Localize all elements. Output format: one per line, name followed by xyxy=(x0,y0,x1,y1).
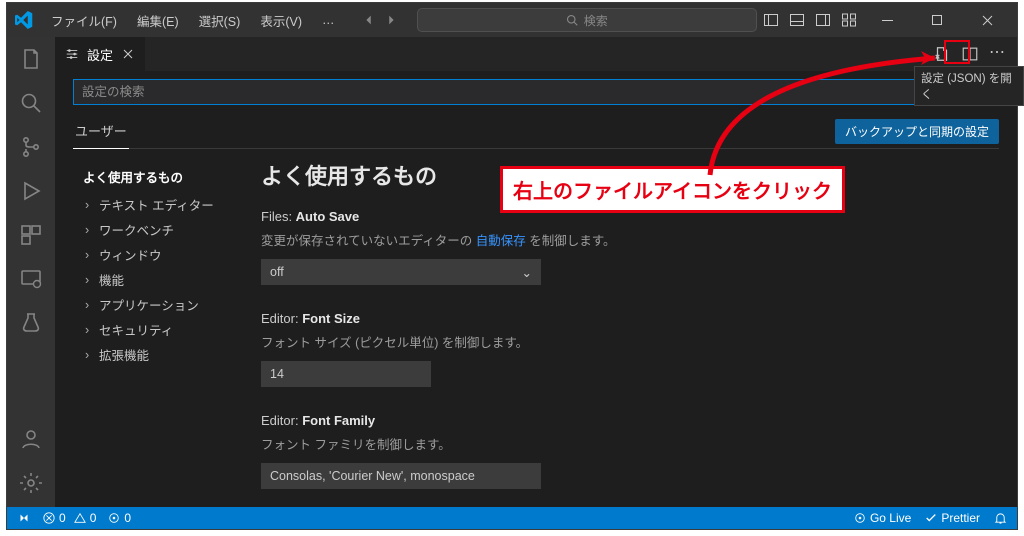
open-json-tooltip: 設定 (JSON) を開く xyxy=(914,66,1024,106)
toc-item[interactable]: ›アプリケーション xyxy=(83,292,241,317)
setting-auto-save: Files: Auto Save 変更が保存されていないエディターの 自動保存 … xyxy=(261,209,989,285)
auto-save-dropdown[interactable]: off ⌄ xyxy=(261,259,541,285)
settings-search-input[interactable] xyxy=(73,79,999,105)
layout-left-icon[interactable] xyxy=(763,12,779,28)
font-family-input[interactable] xyxy=(261,463,541,489)
menu-view[interactable]: 表示(V) xyxy=(252,7,310,34)
toc-item[interactable]: ›テキスト エディター xyxy=(83,192,241,217)
source-control-icon[interactable] xyxy=(19,135,43,159)
autosave-link[interactable]: 自動保存 xyxy=(476,234,526,248)
command-center-placeholder: 検索 xyxy=(584,12,608,29)
app-window: ファイル(F) 編集(E) 選択(S) 表示(V) … 検索 xyxy=(6,2,1018,530)
toc-item[interactable]: ›ウィンドウ xyxy=(83,242,241,267)
open-settings-json-icon[interactable] xyxy=(933,45,951,63)
window-close[interactable] xyxy=(967,3,1007,37)
chevron-down-icon: ⌄ xyxy=(522,265,532,280)
tab-row: 設定 ⋯ xyxy=(55,37,1017,71)
activity-bar xyxy=(7,37,55,507)
command-center-search[interactable]: 検索 xyxy=(417,8,757,32)
layout-customize-icon[interactable] xyxy=(841,12,857,28)
search-icon[interactable] xyxy=(19,91,43,115)
setting-font-size: Editor: Font Size フォント サイズ (ピクセル単位) を制御し… xyxy=(261,311,989,387)
settings-toc: よく使用するもの ›テキスト エディター ›ワークベンチ ›ウィンドウ ›機能 … xyxy=(73,159,241,507)
window-maximize[interactable] xyxy=(917,3,957,37)
scope-user-tab[interactable]: ユーザー xyxy=(73,115,129,149)
split-editor-icon[interactable] xyxy=(961,45,979,63)
remote-explorer-icon[interactable] xyxy=(19,267,43,291)
ports-indicator[interactable]: 0 xyxy=(108,511,131,525)
extensions-icon[interactable] xyxy=(19,223,43,247)
problems-indicator[interactable]: 0 0 xyxy=(43,511,96,525)
more-actions-icon[interactable]: ⋯ xyxy=(989,45,1007,63)
close-icon[interactable] xyxy=(121,47,135,61)
tab-title: 設定 xyxy=(87,45,113,64)
remote-indicator[interactable] xyxy=(17,511,31,525)
prettier-status[interactable]: Prettier xyxy=(925,511,980,525)
toc-item[interactable]: ›セキュリティ xyxy=(83,317,241,342)
vscode-logo-icon xyxy=(15,11,33,29)
layout-right-icon[interactable] xyxy=(815,12,831,28)
font-size-input[interactable] xyxy=(261,361,431,387)
tab-settings[interactable]: 設定 xyxy=(55,37,146,71)
settings-editor: ユーザー バックアップと同期の設定 よく使用するもの ›テキスト エディター ›… xyxy=(55,71,1017,507)
accounts-icon[interactable] xyxy=(19,427,43,451)
toc-item[interactable]: ›機能 xyxy=(83,267,241,292)
testing-icon[interactable] xyxy=(19,311,43,335)
toc-item[interactable]: ›ワークベンチ xyxy=(83,217,241,242)
nav-forward-icon[interactable] xyxy=(383,12,399,28)
settings-tab-icon xyxy=(65,47,79,61)
menu-select[interactable]: 選択(S) xyxy=(191,7,249,34)
notifications-icon[interactable] xyxy=(994,512,1007,525)
toc-heading[interactable]: よく使用するもの xyxy=(83,167,241,186)
annotation-callout: 右上のファイルアイコンをクリック xyxy=(500,166,845,213)
explorer-icon[interactable] xyxy=(19,47,43,71)
search-icon xyxy=(566,14,578,26)
menu-edit[interactable]: 編集(E) xyxy=(129,7,187,34)
nav-back-icon[interactable] xyxy=(361,12,377,28)
menu-more[interactable]: … xyxy=(314,9,343,31)
status-bar: 0 0 0 Go Live Prettier xyxy=(7,507,1017,529)
titlebar: ファイル(F) 編集(E) 選択(S) 表示(V) … 検索 xyxy=(7,3,1017,37)
window-minimize[interactable] xyxy=(867,3,907,37)
run-debug-icon[interactable] xyxy=(19,179,43,203)
layout-bottom-icon[interactable] xyxy=(789,12,805,28)
menu-file[interactable]: ファイル(F) xyxy=(43,7,125,34)
toc-item[interactable]: ›拡張機能 xyxy=(83,342,241,367)
backup-sync-button[interactable]: バックアップと同期の設定 xyxy=(835,119,999,144)
settings-gear-icon[interactable] xyxy=(19,471,43,495)
setting-font-family: Editor: Font Family フォント ファミリを制御します。 xyxy=(261,413,989,489)
go-live-button[interactable]: Go Live xyxy=(854,511,911,525)
